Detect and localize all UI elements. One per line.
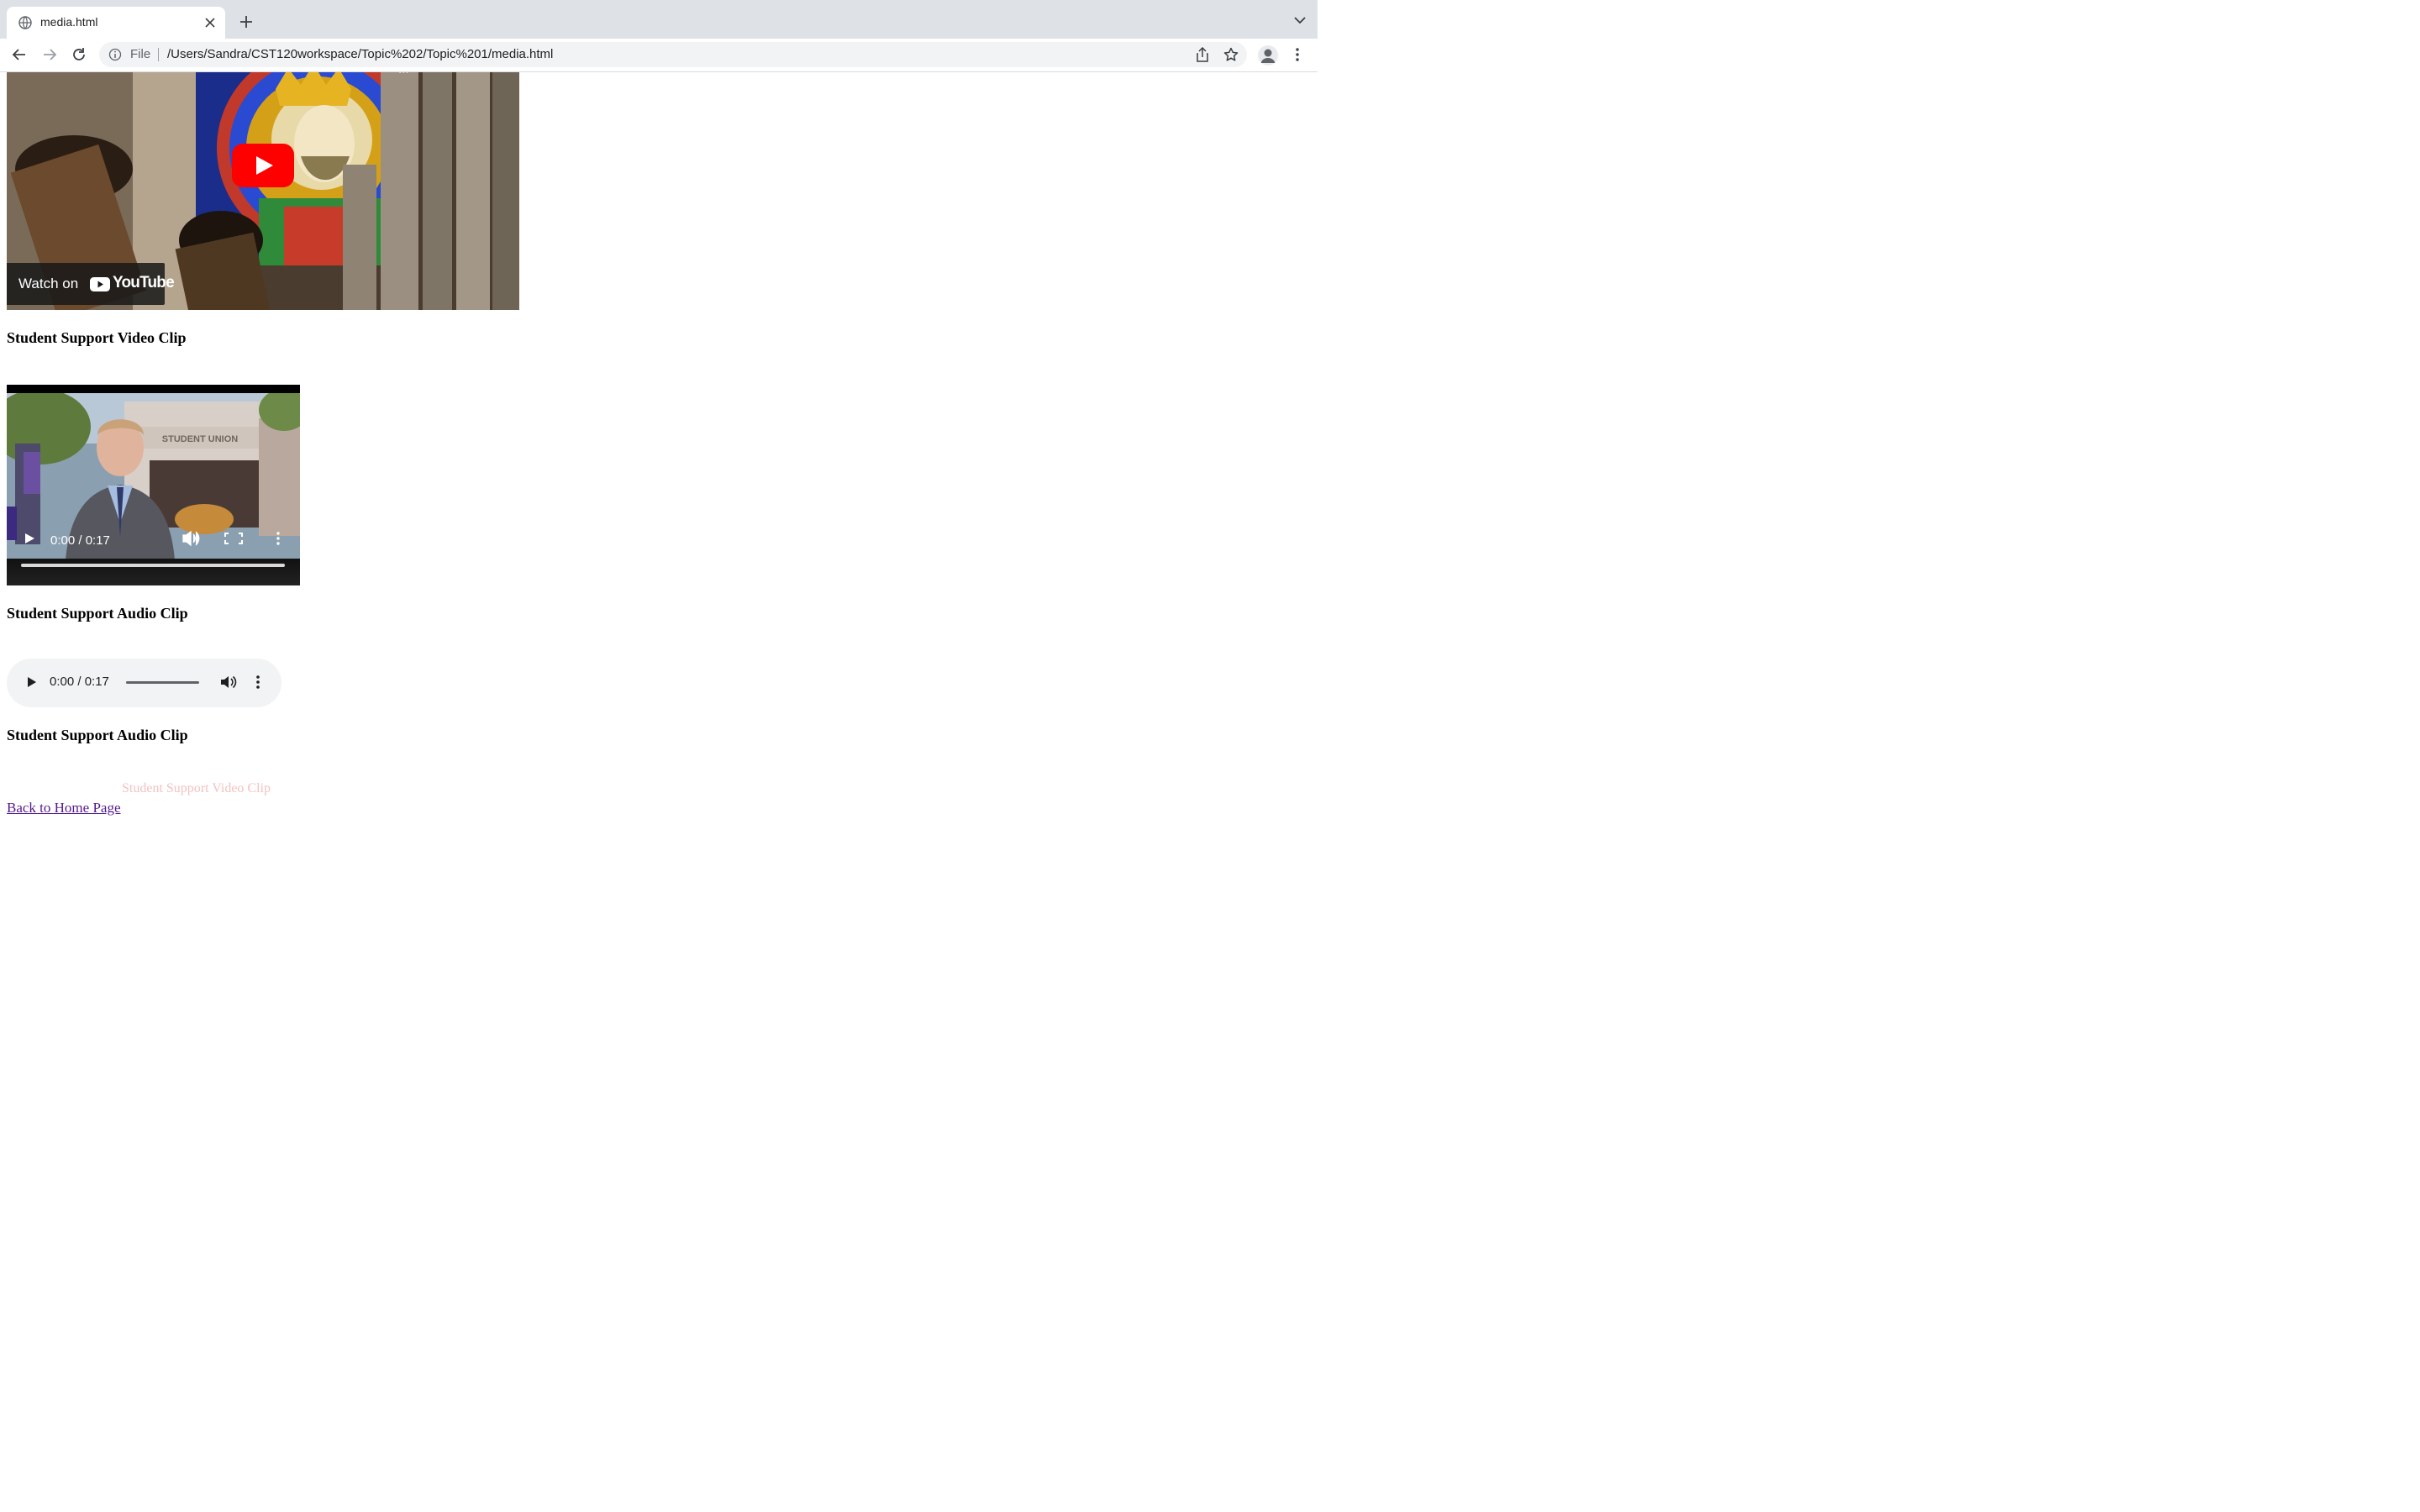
kebab-menu-icon[interactable] (255, 675, 260, 690)
video-progress-bar[interactable] (21, 564, 285, 567)
audio-section-heading: Student Support Audio Clip (7, 605, 188, 622)
profile-avatar-icon[interactable] (1258, 45, 1278, 66)
youtube-embed[interactable]: ... Watch on YouTube (7, 72, 519, 310)
play-icon (25, 533, 34, 543)
browser-tab[interactable]: media.html (7, 7, 225, 39)
reload-icon[interactable] (71, 47, 87, 62)
close-icon[interactable] (203, 16, 217, 29)
address-separator (158, 48, 159, 61)
tab-strip: media.html (0, 0, 1318, 39)
faded-caption: Student Support Video Clip (122, 781, 271, 795)
more-dot (276, 532, 280, 535)
audio-player[interactable]: 0:00 / 0:17 (7, 659, 281, 707)
address-scheme: File (130, 47, 151, 61)
watch-on-label: Watch on (18, 276, 79, 291)
globe-icon (18, 16, 32, 29)
kebab-menu-icon[interactable] (1292, 47, 1302, 62)
info-icon[interactable] (108, 48, 122, 61)
page-content: ... Watch on YouTube Student Support Vid… (0, 72, 1318, 819)
back-arrow-icon[interactable] (12, 47, 27, 62)
audio-time-display: 0:00 / 0:17 (50, 675, 109, 689)
embed-top-overlay: ... (398, 72, 409, 76)
fullscreen-icon (224, 533, 243, 544)
sign-text: STUDENT UNION (162, 434, 239, 444)
forward-arrow-icon[interactable] (42, 47, 57, 62)
youtube-wordmark: YouTube (113, 274, 175, 291)
play-icon[interactable] (27, 676, 37, 688)
youtube-logo-icon (90, 277, 110, 291)
chevron-down-icon[interactable] (1294, 16, 1306, 24)
bookmark-star-icon[interactable] (1223, 47, 1239, 62)
new-tab-plus-icon[interactable] (239, 14, 254, 29)
youtube-play-button-icon[interactable] (232, 144, 294, 187)
volume-icon[interactable] (220, 675, 237, 690)
video-section-heading: Student Support Video Clip (7, 329, 187, 346)
share-icon[interactable] (1196, 47, 1209, 62)
back-to-home-link[interactable]: Back to Home Page (7, 800, 121, 816)
browser-toolbar: File /Users/Sandra/CST120workspace/Topic… (0, 39, 1318, 72)
audio-section-heading-2: Student Support Audio Clip (7, 727, 188, 743)
watch-on-youtube-button[interactable]: Watch on YouTube (7, 263, 175, 305)
tab-title: media.html (40, 15, 98, 29)
video-bottom-bar (7, 559, 300, 585)
address-url[interactable]: /Users/Sandra/CST120workspace/Topic%202/… (167, 47, 553, 61)
address-bar[interactable]: File /Users/Sandra/CST120workspace/Topic… (99, 42, 1247, 67)
video-player[interactable]: STUDENT UNION 0:00 / 0:17 (7, 385, 300, 585)
volume-icon (182, 530, 200, 547)
audio-seek-slider[interactable] (126, 681, 199, 684)
video-time-display: 0:00 / 0:17 (50, 533, 110, 548)
